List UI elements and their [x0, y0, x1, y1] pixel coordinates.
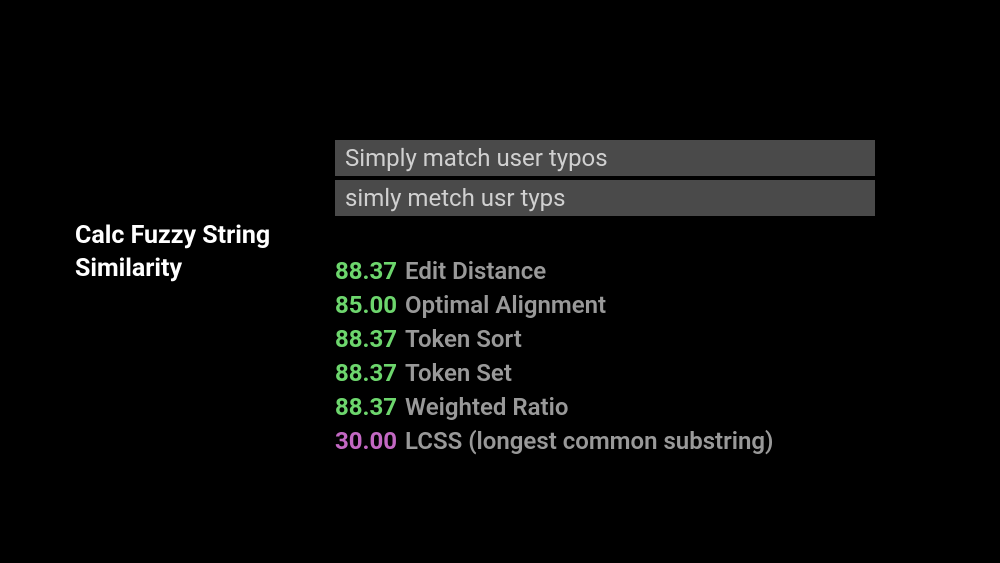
results-section: 88.37 Edit Distance 85.00 Optimal Alignm… — [335, 256, 930, 456]
result-value: 88.37 — [335, 256, 397, 286]
string1-input[interactable] — [335, 140, 875, 176]
title-section: Calc Fuzzy String Similarity — [75, 140, 335, 460]
result-value: 30.00 — [335, 426, 397, 456]
result-row-token-sort: 88.37 Token Sort — [335, 324, 930, 354]
result-label: Token Set — [405, 358, 512, 388]
result-label: Weighted Ratio — [405, 392, 568, 422]
result-label: LCSS (longest common substring) — [405, 426, 773, 456]
result-row-edit-distance: 88.37 Edit Distance — [335, 256, 930, 286]
result-value: 88.37 — [335, 324, 397, 354]
result-row-lcss: 30.00 LCSS (longest common substring) — [335, 426, 930, 456]
page-title: Calc Fuzzy String Similarity — [75, 220, 335, 285]
result-label: Edit Distance — [405, 256, 546, 286]
result-value: 88.37 — [335, 358, 397, 388]
main-container: Calc Fuzzy String Similarity 88.37 Edit … — [0, 0, 1000, 460]
result-value: 88.37 — [335, 392, 397, 422]
result-row-token-set: 88.37 Token Set — [335, 358, 930, 388]
content-section: 88.37 Edit Distance 85.00 Optimal Alignm… — [335, 140, 1000, 460]
title-line-1: Calc Fuzzy String — [75, 220, 335, 253]
result-value: 85.00 — [335, 290, 397, 320]
title-line-2: Similarity — [75, 253, 335, 286]
string2-input[interactable] — [335, 180, 875, 216]
result-row-optimal-alignment: 85.00 Optimal Alignment — [335, 290, 930, 320]
result-label: Token Sort — [405, 324, 522, 354]
result-row-weighted-ratio: 88.37 Weighted Ratio — [335, 392, 930, 422]
result-label: Optimal Alignment — [405, 290, 606, 320]
